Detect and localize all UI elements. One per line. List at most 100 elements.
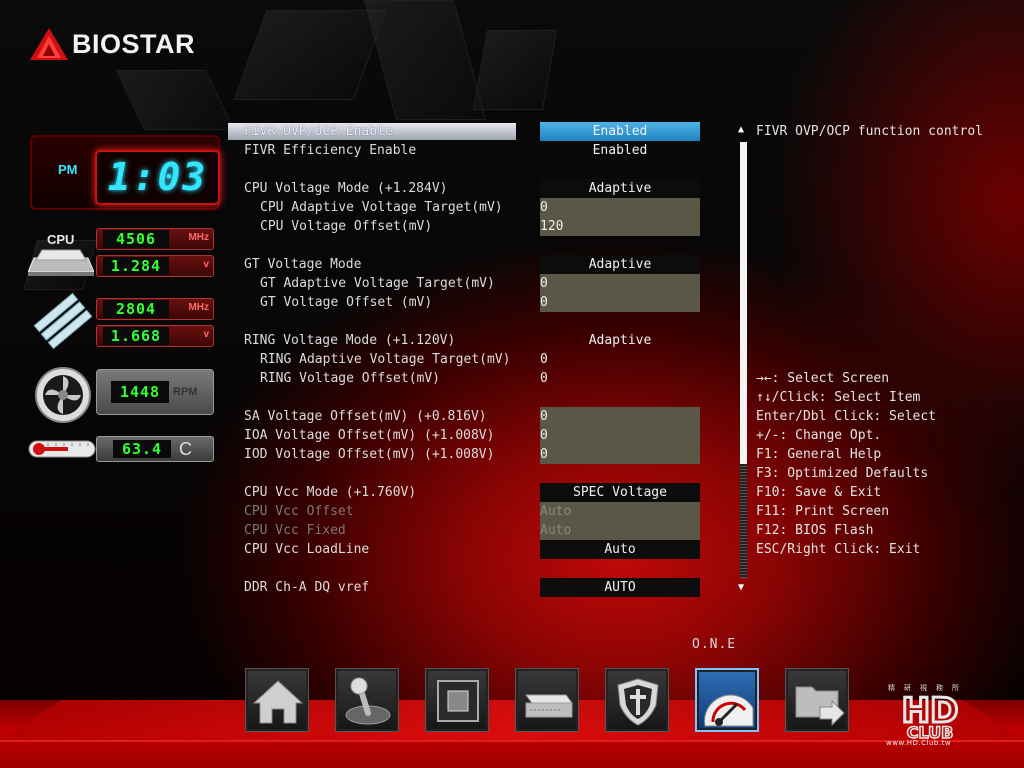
setting-value-field[interactable]: 0 <box>540 407 700 426</box>
scrollbar-thumb[interactable] <box>740 142 747 464</box>
help-key-line: Enter/Dbl Click: Select <box>756 409 937 424</box>
setting-row[interactable]: CPU Voltage Mode (+1.284V) Adaptive <box>240 179 700 198</box>
help-key-line: +/-: Change Opt. <box>756 428 882 443</box>
setting-label: RING Voltage Mode (+1.120V) <box>244 333 456 348</box>
setting-value-field[interactable]: 0 <box>540 293 700 312</box>
memory-frequency-value: 2804 <box>103 300 169 318</box>
setting-value: Auto <box>604 542 636 557</box>
cpu-voltage-unit: v <box>203 259 209 270</box>
setting-value-field[interactable]: Adaptive <box>540 331 700 350</box>
setting-value: Enabled <box>592 124 648 139</box>
thermometer-icon <box>28 440 96 458</box>
nav-boot-button[interactable] <box>515 668 579 732</box>
nav-advanced-button[interactable] <box>335 668 399 732</box>
setting-value: Auto <box>540 504 572 519</box>
setting-value-field[interactable]: Enabled <box>540 141 700 160</box>
memory-voltage-unit: v <box>203 329 209 340</box>
setting-value-field[interactable]: 120 <box>540 217 700 236</box>
chip-icon <box>437 680 479 722</box>
setting-value: 0 <box>540 447 548 462</box>
setting-value: 0 <box>540 276 548 291</box>
setting-row[interactable]: RING Voltage Mode (+1.120V) Adaptive <box>240 331 700 350</box>
setting-value-field[interactable]: 0 <box>540 426 700 445</box>
setting-row[interactable]: GT Voltage Mode Adaptive <box>240 255 700 274</box>
nav-security-button[interactable] <box>605 668 669 732</box>
fan-speed-unit: RPM <box>173 386 198 398</box>
setting-value-field[interactable]: SPEC Voltage <box>540 483 700 502</box>
setting-row[interactable]: GT Voltage Offset (mV) 0 <box>240 293 700 312</box>
setting-row[interactable]: FIVR OVP/OCP Enable Enabled <box>228 122 700 141</box>
setting-value: 120 <box>540 219 564 234</box>
setting-row[interactable]: CPU Vcc LoadLine Auto <box>240 540 700 559</box>
setting-value-field[interactable]: Adaptive <box>540 255 700 274</box>
brand-logo: BIOSTAR <box>28 26 195 62</box>
setting-row[interactable]: GT Adaptive Voltage Target(mV) 0 <box>240 274 700 293</box>
setting-row[interactable]: CPU Adaptive Voltage Target(mV) 0 <box>240 198 700 217</box>
folder-exit-icon <box>795 686 845 727</box>
setting-label: CPU Vcc Offset <box>244 504 354 519</box>
setting-label: FIVR OVP/OCP Enable <box>244 124 393 139</box>
scroll-up-arrow-icon[interactable]: ▲ <box>738 124 744 135</box>
setting-row[interactable]: FIVR Efficiency Enable Enabled <box>240 141 700 160</box>
cpu-label: CPU <box>47 232 75 247</box>
setting-row[interactable]: SA Voltage Offset(mV) (+0.816V) 0 <box>240 407 700 426</box>
setting-value: Adaptive <box>588 181 652 196</box>
help-key-line: →←: Select Screen <box>756 371 890 386</box>
setting-value-field[interactable]: Auto <box>540 540 700 559</box>
fan-speed-readout: 1448 RPM <box>96 369 214 415</box>
drive-icon <box>525 694 573 718</box>
help-key-line: F1: General Help <box>756 447 882 462</box>
cpu-frequency-readout: 4506 MHz <box>96 228 214 250</box>
setting-row[interactable]: CPU Vcc Mode (+1.760V) SPEC Voltage <box>240 483 700 502</box>
help-key-line: F3: Optimized Defaults <box>756 466 929 481</box>
setting-label: FIVR Efficiency Enable <box>244 143 417 158</box>
nav-main-button[interactable] <box>245 668 309 732</box>
help-key-line: ESC/Right Click: Exit <box>756 542 921 557</box>
temperature-unit: C <box>179 439 192 459</box>
setting-label: IOD Voltage Offset(mV) (+1.008V) <box>244 447 495 462</box>
clock-ampm: PM <box>58 162 78 177</box>
scroll-down-arrow-icon[interactable]: ▼ <box>738 582 744 593</box>
setting-label: CPU Voltage Offset(mV) <box>260 219 433 234</box>
setting-value: Auto <box>540 523 572 538</box>
setting-value-field[interactable]: 0 <box>540 274 700 293</box>
help-description: FIVR OVP/OCP function control <box>756 124 983 139</box>
nav-one-button[interactable] <box>695 668 759 732</box>
temperature-value: 63.4 <box>113 440 171 458</box>
setting-label: CPU Vcc LoadLine <box>244 542 370 557</box>
setting-row[interactable]: RING Adaptive Voltage Target(mV) 0 <box>240 350 700 369</box>
setting-value: 0 <box>540 200 548 215</box>
setting-value-field[interactable]: 0 <box>540 445 700 464</box>
setting-value-field: Auto <box>540 502 700 521</box>
fan-icon <box>35 367 91 423</box>
setting-row[interactable]: IOD Voltage Offset(mV) (+1.008V) 0 <box>240 445 700 464</box>
setting-value: 0 <box>540 371 548 386</box>
setting-value-field[interactable]: AUTO <box>540 578 700 597</box>
setting-row[interactable]: IOA Voltage Offset(mV) (+1.008V) 0 <box>240 426 700 445</box>
setting-value: 0 <box>540 352 548 367</box>
setting-value-field[interactable]: 0 <box>540 350 700 369</box>
setting-row[interactable]: RING Voltage Offset(mV) 0 <box>240 369 700 388</box>
nav-chipset-button[interactable] <box>425 668 489 732</box>
setting-row[interactable]: DDR Ch-A DQ vref AUTO <box>240 578 700 597</box>
setting-label: IOA Voltage Offset(mV) (+1.008V) <box>244 428 495 443</box>
setting-label: CPU Vcc Fixed <box>244 523 346 538</box>
setting-row[interactable]: CPU Voltage Offset(mV) 120 <box>240 217 700 236</box>
setting-value: Adaptive <box>588 257 652 272</box>
memory-module-icon <box>34 292 92 350</box>
biostar-logo-icon <box>30 28 68 60</box>
setting-value-field[interactable]: Enabled <box>540 122 700 141</box>
setting-label: RING Adaptive Voltage Target(mV) <box>260 352 511 367</box>
nav-exit-button[interactable] <box>785 668 849 732</box>
setting-label: GT Voltage Mode <box>244 257 362 272</box>
setting-label: CPU Adaptive Voltage Target(mV) <box>260 200 503 215</box>
setting-label: DDR Ch-A DQ vref <box>244 580 370 595</box>
setting-value-field[interactable]: 0 <box>540 369 700 388</box>
setting-value-field[interactable]: 0 <box>540 198 700 217</box>
setting-value: 0 <box>540 295 548 310</box>
help-key-line: F11: Print Screen <box>756 504 890 519</box>
setting-value: Enabled <box>592 143 648 158</box>
setting-row: CPU Vcc Fixed Auto <box>240 521 700 540</box>
memory-voltage-readout: 1.668 v <box>96 325 214 347</box>
setting-value-field[interactable]: Adaptive <box>540 179 700 198</box>
